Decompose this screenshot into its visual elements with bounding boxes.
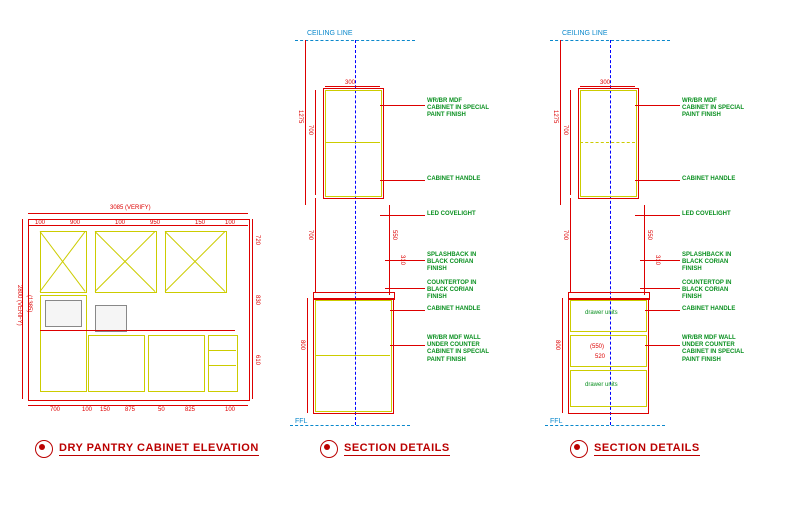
section-marker-icon [570, 440, 588, 458]
lbl-lower-cab-1: WR/BR MDF WALL UNDER COUNTER CABINET IN … [427, 335, 489, 364]
appliance-microwave [45, 300, 82, 327]
lbl-led-1: LED COVELIGHT [427, 211, 476, 218]
lbl-handle-2: CABINET HANDLE [682, 176, 735, 183]
dim-side-top: 720 [254, 235, 260, 245]
ceiling-label-2: CEILING LINE [562, 30, 608, 37]
dim-t2: 100 [115, 220, 125, 226]
ceiling-label-1: CEILING LINE [307, 30, 353, 37]
ffl-1: FFL [295, 418, 307, 425]
dim-b2: 150 [100, 407, 110, 413]
dim-b3: 875 [125, 407, 135, 413]
lbl-splash-2: SPLASHBACK IN BLACK CORIAN FINISH [682, 252, 731, 274]
dim-b0: 700 [50, 407, 60, 413]
s1-upper-total: 1275 [297, 110, 303, 123]
section2-title: SECTION DETAILS [594, 442, 700, 456]
lbl-upper-cab-1: WR/BR MDF CABINET IN SPECIAL PAINT FINIS… [427, 98, 489, 120]
elevation-title-row: DRY PANTRY CABINET ELEVATION [35, 440, 259, 458]
section-marker-icon [35, 440, 53, 458]
s2-drawer-3 [570, 370, 647, 407]
s2-drawer-front: 520 [595, 354, 605, 360]
s2-drawer-1 [570, 300, 647, 332]
dim-t3: 950 [150, 220, 160, 226]
s2-upper-h: 700 [562, 125, 568, 135]
s1-gap: 700 [307, 230, 313, 240]
section1-title-row: SECTION DETAILS [320, 440, 450, 458]
dim-h-inner: (1385) [26, 295, 32, 312]
s1-lower-h: 800 [299, 340, 305, 350]
lbl-handle2-2: CABINET HANDLE [682, 306, 735, 313]
lower-cab-3 [208, 335, 238, 392]
dim-t4: 150 [195, 220, 205, 226]
dim-t0: 100 [35, 220, 45, 226]
dim-h-overall: 2800 (VERIFY) [16, 285, 22, 326]
s2-gap: 700 [562, 230, 568, 240]
s2-drawer-2 [570, 335, 647, 367]
lbl-led-2: LED COVELIGHT [682, 211, 731, 218]
section1-title: SECTION DETAILS [344, 442, 450, 456]
ffl-2: FFL [550, 418, 562, 425]
dim-side-mid: 830 [254, 295, 260, 305]
lower-cab-1 [88, 335, 145, 392]
lbl-splash-1: SPLASHBACK IN BLACK CORIAN FINISH [427, 252, 476, 274]
section-marker-icon [320, 440, 338, 458]
section2-view: CEILING LINE 300 700 1275 WR/BR MDF CABI… [540, 30, 780, 430]
s2-drawer-depth: (550) [590, 344, 604, 350]
s2-splash-h: 550 [646, 230, 652, 240]
lbl-upper-cab-2: WR/BR MDF CABINET IN SPECIAL PAINT FINIS… [682, 98, 744, 120]
dim-width: 3085 (VERIFY) [110, 205, 151, 211]
lbl-counter-1: COUNTERTOP IN BLACK CORIAN FINISH [427, 280, 476, 302]
elevation-view: 3085 (VERIFY) 100 900 100 950 150 100 28… [20, 195, 260, 430]
dim-t1: 900 [70, 220, 80, 226]
dim-b6: 100 [225, 407, 235, 413]
dim-b5: 825 [185, 407, 195, 413]
s1-upper-h: 700 [307, 125, 313, 135]
dim-t5: 100 [225, 220, 235, 226]
elevation-title: DRY PANTRY CABINET ELEVATION [59, 442, 259, 456]
s1-splash-h: 550 [391, 230, 397, 240]
appliance-small [95, 305, 127, 332]
dim-side-bot: 610 [254, 355, 260, 365]
s2-upper-total: 1275 [552, 110, 558, 123]
section1-view: CEILING LINE 300 700 1275 WR/BR MDF CABI… [285, 30, 515, 430]
lbl-counter-2: COUNTERTOP IN BLACK CORIAN FINISH [682, 280, 731, 302]
lbl-lower-cab-2: WR/BR MDF WALL UNDER COUNTER CABINET IN … [682, 335, 744, 364]
section2-title-row: SECTION DETAILS [570, 440, 700, 458]
lbl-handle-1: CABINET HANDLE [427, 176, 480, 183]
dim-b1: 100 [82, 407, 92, 413]
s2-drawer3-txt: drawer units [585, 382, 618, 388]
lower-cab-2 [148, 335, 205, 392]
s2-drawer1-txt: drawer units [585, 310, 618, 316]
dim-b4: 50 [158, 407, 165, 413]
lbl-handle2-1: CABINET HANDLE [427, 306, 480, 313]
s2-lower-h: 800 [554, 340, 560, 350]
